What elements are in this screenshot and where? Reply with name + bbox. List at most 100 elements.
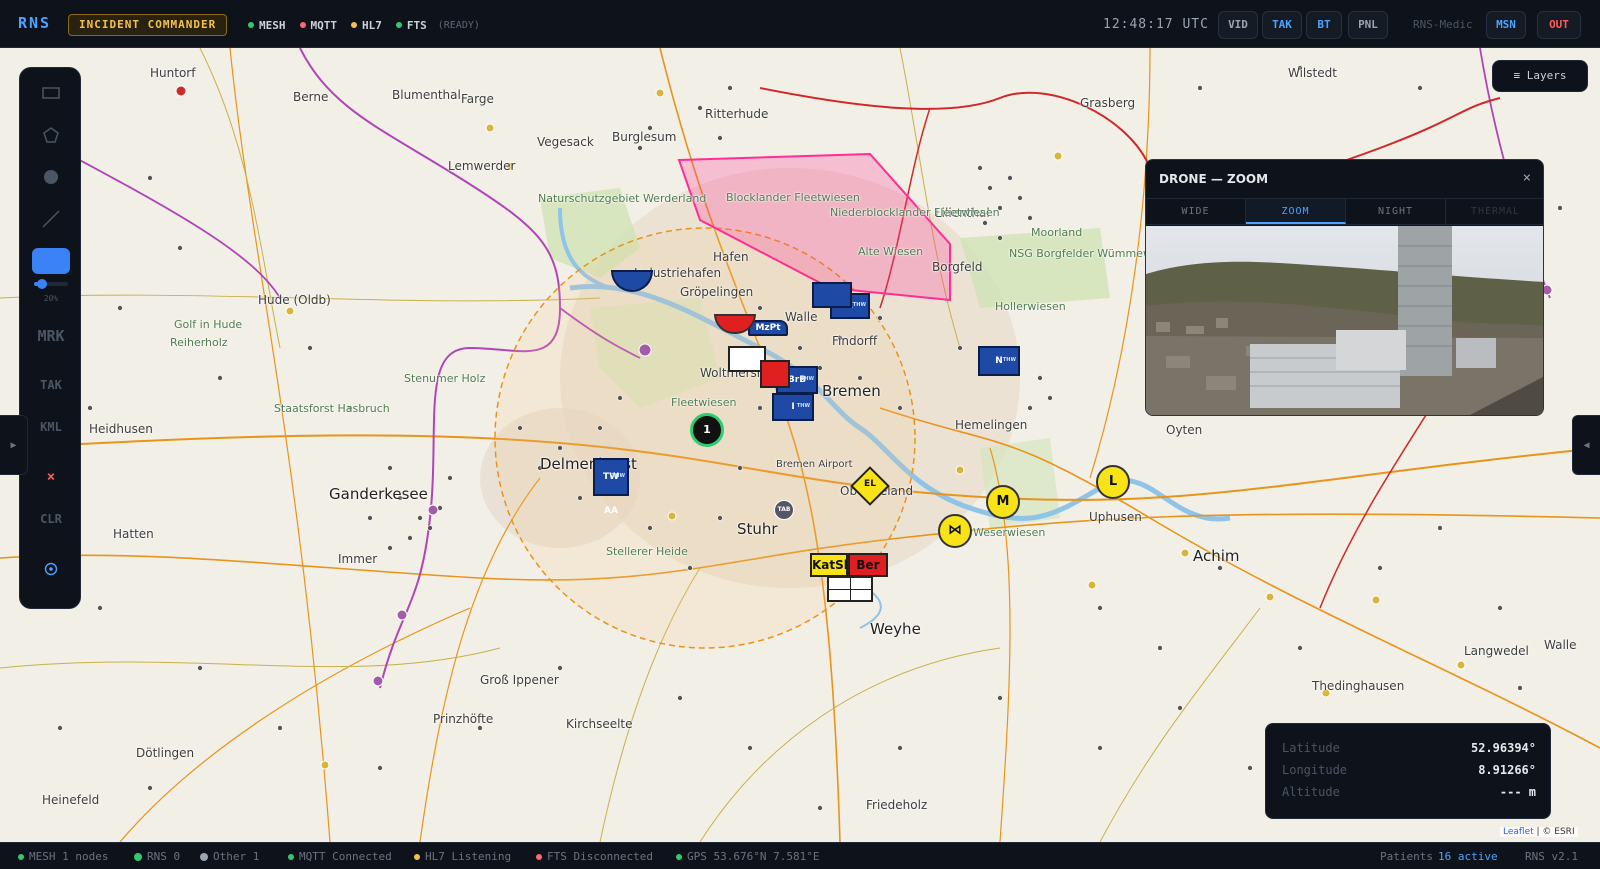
altitude-label: Altitude	[1282, 785, 1340, 799]
map-label: Immer	[338, 552, 378, 566]
logout-button[interactable]: OUT	[1537, 11, 1581, 39]
map-label: Findorff	[832, 334, 878, 348]
draw-line-button[interactable]	[32, 202, 70, 236]
marker-katsl[interactable]: KatSl	[810, 553, 848, 577]
layers-button[interactable]: ≡ Layers	[1492, 60, 1588, 92]
pnl-button[interactable]: PNL	[1348, 11, 1388, 39]
unit-org-label: THW	[796, 403, 810, 409]
link-hl7: HL7	[351, 17, 382, 33]
color-swatch-button[interactable]	[32, 248, 70, 274]
left-panel-toggle[interactable]: ▶	[0, 415, 28, 475]
top-bar: RNS INCIDENT COMMANDER MESH MQTT HL7 FTS…	[0, 0, 1600, 48]
draw-polygon-button[interactable]	[32, 118, 70, 152]
tab-thermal[interactable]: THERMAL	[1446, 199, 1543, 224]
tab-wide[interactable]: WIDE	[1146, 199, 1246, 224]
unit-org-label: THW	[1002, 357, 1016, 363]
map-label: Burglesum	[612, 130, 677, 144]
longitude-value: 8.91266°	[1478, 763, 1536, 777]
role-badge: INCIDENT COMMANDER	[68, 14, 228, 36]
map-label: Berne	[293, 90, 329, 104]
altitude-value: --- m	[1499, 785, 1536, 799]
unit-org-label: THW	[611, 473, 625, 479]
map-label: Staatsforst Hasbruch	[274, 402, 390, 415]
status-dot-icon	[395, 22, 402, 28]
draw-circle-button[interactable]	[32, 160, 70, 194]
marker-m[interactable]: M	[986, 485, 1020, 519]
drone-video-feed[interactable]	[1146, 226, 1544, 416]
coordinate-readout: Latitude 52.96394° Longitude 8.91266° Al…	[1265, 723, 1551, 819]
tab-marker[interactable]: TAB	[774, 500, 794, 520]
map-label: Bremen	[822, 382, 881, 400]
unit-marker-stack[interactable]	[812, 282, 852, 308]
draw-rectangle-button[interactable]	[32, 76, 70, 110]
map-label: Gröpelingen	[680, 285, 754, 299]
map-label: Ritterhude	[705, 107, 769, 121]
map-label: Langwedel	[1464, 644, 1529, 658]
map-label: Kirchseelte	[566, 717, 633, 731]
coord-row-latitude: Latitude 52.96394°	[1282, 741, 1536, 755]
map-label: Friedeholz	[866, 798, 928, 812]
map-label: Walle	[1544, 638, 1577, 652]
incident-marker-1[interactable]: 1	[690, 413, 724, 447]
opacity-slider-handle[interactable]	[37, 279, 47, 289]
marker-bowtie-icon[interactable]: ⋈	[938, 514, 972, 548]
status-dot-icon	[536, 853, 542, 860]
status-patients: Patients 16 active	[1380, 850, 1498, 863]
map-label: Heinefeld	[42, 793, 100, 807]
locate-button[interactable]	[32, 552, 70, 586]
map-label: Alte Wiesen	[858, 245, 924, 258]
map-label: Oyten	[1166, 423, 1203, 437]
status-hl7: HL7 Listening	[414, 850, 511, 863]
tab-zoom[interactable]: ZOOM	[1246, 199, 1346, 224]
status-mqtt: MQTT Connected	[288, 850, 392, 863]
marker-el-label: EL	[864, 479, 876, 489]
map-label: Heidhusen	[89, 422, 153, 436]
status-dot-icon	[288, 853, 294, 860]
map-label: Moorland	[1031, 226, 1083, 239]
tak-button[interactable]: TAK	[1262, 11, 1302, 39]
kml-tool-button[interactable]: KML	[32, 410, 70, 444]
status-other: Other 1	[200, 850, 259, 863]
map-label: Naturschutzgebiet Werderland	[538, 192, 707, 205]
bt-button[interactable]: BT	[1306, 11, 1342, 39]
map-label: Uphusen	[1089, 510, 1142, 524]
clear-button[interactable]: CLR	[32, 502, 70, 536]
unit-org-label: THW	[852, 302, 866, 308]
unit-org-label: THW	[800, 376, 814, 382]
marker-tool-button[interactable]: MRK	[32, 318, 70, 354]
map-label: Hemelingen	[955, 418, 1028, 432]
close-icon[interactable]: ×	[1523, 170, 1531, 186]
map-label: Weserwiesen	[973, 526, 1046, 539]
vid-button[interactable]: VID	[1218, 11, 1258, 39]
status-version: RNS v2.1	[1525, 850, 1578, 863]
tak-tool-button[interactable]: TAK	[32, 368, 70, 402]
utc-clock: 12:48:17 UTC	[1103, 17, 1209, 32]
marker-ber[interactable]: Ber	[848, 553, 888, 577]
opacity-slider[interactable]	[34, 279, 68, 289]
marker-table-icon[interactable]	[827, 576, 873, 602]
leaflet-link[interactable]: Leaflet	[1503, 827, 1534, 837]
line-icon	[42, 210, 60, 228]
map-label: Hude (Oldb)	[258, 293, 331, 307]
map-label: Prinzhöfte	[433, 712, 494, 726]
map-label: Wilstedt	[1288, 66, 1337, 80]
right-panel-toggle[interactable]: ◀	[1572, 415, 1600, 475]
map-label: Lemwerder	[448, 159, 516, 173]
map-label: Groß Ippener	[480, 673, 559, 687]
map-label: Stellerer Heide	[606, 545, 688, 558]
map-attribution: Leaflet | © ESRI	[1500, 827, 1578, 837]
map-label: Hollerwiesen	[995, 300, 1066, 313]
status-fts: FTS Disconnected	[536, 850, 653, 863]
status-dot-icon	[299, 22, 306, 28]
unit-marker-red-icon[interactable]	[760, 360, 790, 388]
msn-button[interactable]: MSN	[1486, 11, 1526, 39]
unit-marker-n[interactable]: N THW	[978, 346, 1020, 376]
app-brand: RNS	[18, 14, 52, 32]
unit-marker-twaa[interactable]: TW AA THW	[593, 458, 629, 516]
tab-night[interactable]: NIGHT	[1346, 199, 1446, 224]
marker-l[interactable]: L	[1096, 465, 1130, 499]
unit-marker-i[interactable]: I THW	[772, 393, 814, 421]
map-label: Walle	[785, 310, 818, 324]
delete-button[interactable]: ×	[32, 460, 70, 494]
map-label: Bremen Airport	[776, 459, 853, 470]
